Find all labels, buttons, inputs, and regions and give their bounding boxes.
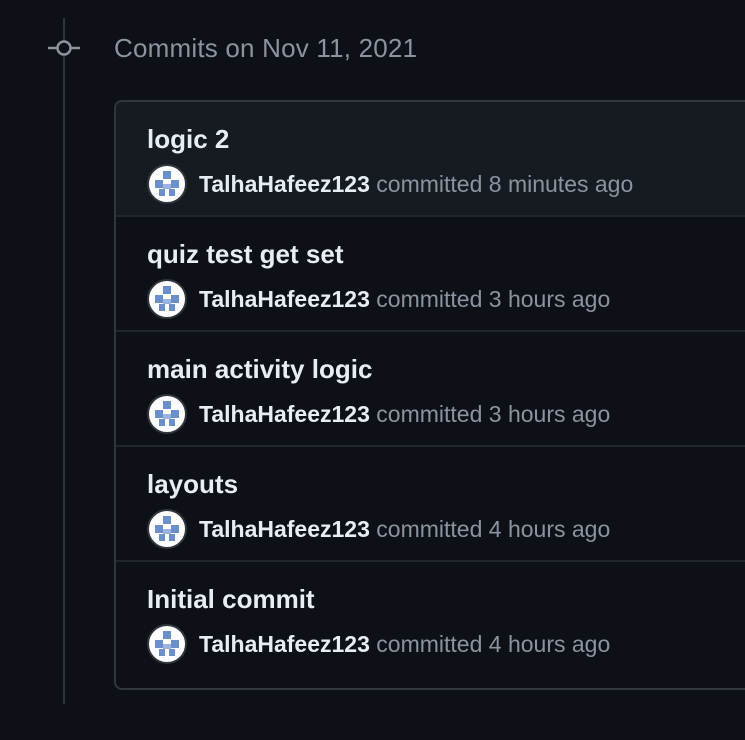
commit-title-link[interactable]: main activity logic bbox=[147, 354, 372, 385]
author-link[interactable]: TalhaHafeez123 bbox=[199, 516, 370, 542]
relative-time: 3 hours ago bbox=[488, 286, 611, 312]
commit-row[interactable]: quiz test get set TalhaHafeez123 committ… bbox=[116, 217, 745, 332]
commit-meta: TalhaHafeez123 committed 3 hours ago bbox=[199, 401, 610, 428]
relative-time: 3 hours ago bbox=[488, 401, 611, 427]
author-avatar[interactable] bbox=[147, 509, 187, 549]
commit-row[interactable]: Initial commit TalhaHafeez123 committed … bbox=[116, 562, 745, 678]
timeline-line bbox=[63, 18, 65, 704]
commit-title-link[interactable]: Initial commit bbox=[147, 584, 315, 615]
author-avatar[interactable] bbox=[147, 164, 187, 204]
author-link[interactable]: TalhaHafeez123 bbox=[199, 631, 370, 657]
commit-meta: TalhaHafeez123 committed 8 minutes ago bbox=[199, 171, 633, 198]
committed-label: committed bbox=[376, 631, 483, 657]
commit-title-link[interactable]: quiz test get set bbox=[147, 239, 343, 270]
author-avatar[interactable] bbox=[147, 279, 187, 319]
commit-group-header: Commits on Nov 11, 2021 bbox=[114, 33, 418, 63]
author-link[interactable]: TalhaHafeez123 bbox=[199, 401, 370, 427]
author-avatar[interactable] bbox=[147, 394, 187, 434]
commit-row[interactable]: main activity logic TalhaHafeez123 commi… bbox=[116, 332, 745, 447]
commit-title-link[interactable]: logic 2 bbox=[147, 124, 229, 155]
commit-meta: TalhaHafeez123 committed 3 hours ago bbox=[199, 286, 610, 313]
git-commit-icon bbox=[48, 36, 80, 60]
commit-row[interactable]: layouts TalhaHafeez123 committed 4 hours… bbox=[116, 447, 745, 562]
committed-label: committed bbox=[376, 516, 483, 542]
committed-label: committed bbox=[376, 401, 483, 427]
commit-list: logic 2 TalhaHafeez123 committed 8 minut… bbox=[114, 100, 745, 690]
relative-time: 8 minutes ago bbox=[488, 171, 634, 197]
author-avatar[interactable] bbox=[147, 624, 187, 664]
committed-label: committed bbox=[376, 286, 483, 312]
commit-meta: TalhaHafeez123 committed 4 hours ago bbox=[199, 516, 610, 543]
commit-title-link[interactable]: layouts bbox=[147, 469, 238, 500]
author-link[interactable]: TalhaHafeez123 bbox=[199, 286, 370, 312]
relative-time: 4 hours ago bbox=[488, 631, 611, 657]
commit-meta: TalhaHafeez123 committed 4 hours ago bbox=[199, 631, 610, 658]
committed-label: committed bbox=[376, 171, 483, 197]
commit-row[interactable]: logic 2 TalhaHafeez123 committed 8 minut… bbox=[116, 102, 745, 217]
author-link[interactable]: TalhaHafeez123 bbox=[199, 171, 370, 197]
relative-time: 4 hours ago bbox=[488, 516, 611, 542]
